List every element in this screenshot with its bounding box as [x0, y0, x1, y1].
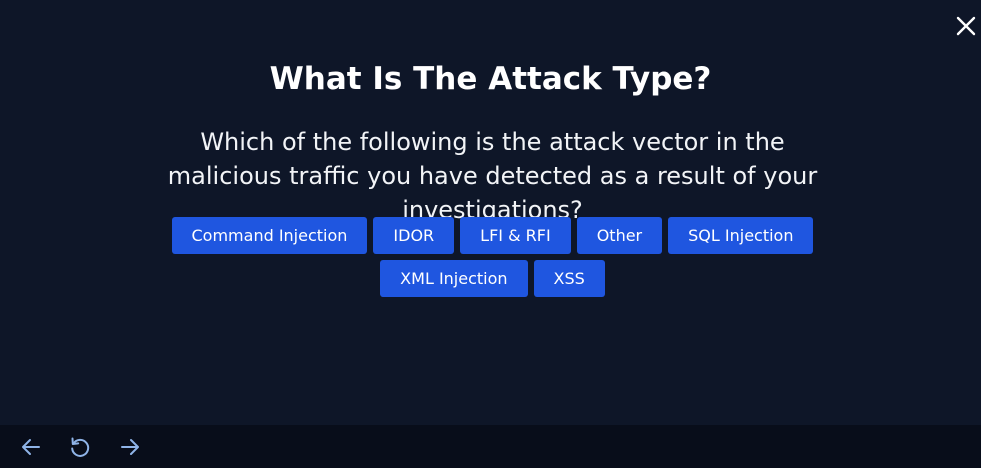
option-command-injection-button[interactable]: Command Injection: [171, 217, 368, 254]
question-modal: What Is The Attack Type? Which of the fo…: [0, 0, 981, 468]
arrow-left-icon: [22, 439, 40, 455]
reset-button[interactable]: [69, 436, 91, 458]
close-icon: [956, 16, 976, 36]
question-text: Which of the following is the attack vec…: [167, 128, 818, 224]
page-title: What Is The Attack Type?: [269, 61, 712, 97]
arrow-right-icon: [121, 439, 139, 455]
option-lfi-rfi-button[interactable]: LFI & RFI: [460, 217, 571, 254]
forward-button[interactable]: [119, 436, 141, 458]
navigation-bar: [0, 425, 981, 468]
option-xml-injection-button[interactable]: XML Injection: [380, 260, 528, 297]
option-xss-button[interactable]: XSS: [533, 260, 605, 297]
option-sql-injection-button[interactable]: SQL Injection: [668, 217, 814, 254]
close-button[interactable]: [954, 14, 978, 38]
back-button[interactable]: [20, 436, 42, 458]
option-idor-button[interactable]: IDOR: [373, 217, 455, 254]
answer-options: Command Injection IDOR LFI & RFI Other S…: [170, 217, 815, 297]
option-other-button[interactable]: Other: [576, 217, 663, 254]
reset-icon: [71, 437, 90, 457]
